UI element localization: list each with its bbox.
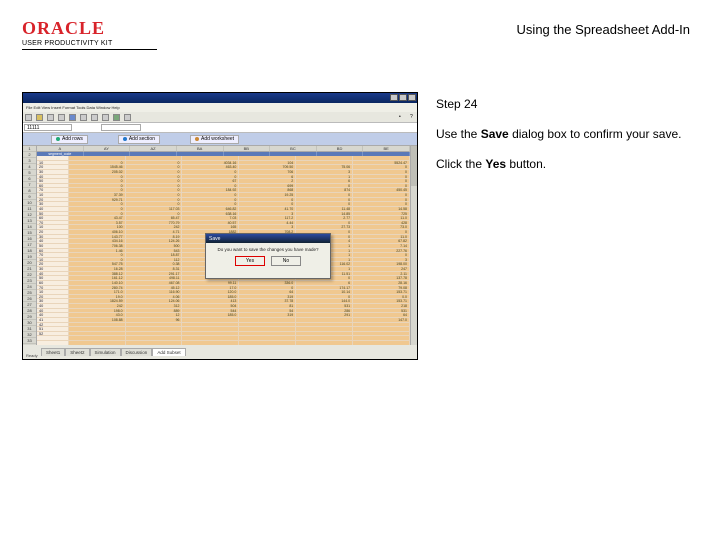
upk-subtitle: USER PRODUCTIVITY KIT (22, 40, 157, 47)
menu-bar[interactable]: File Edit View Insert Format Tools Data … (23, 103, 417, 112)
status-bar: Ready Sheet1Sheet2SimulationDiscussionAd… (23, 345, 417, 359)
help-icon[interactable]: ? (410, 114, 417, 121)
vertical-scrollbar[interactable] (410, 146, 417, 345)
paste-icon[interactable] (102, 114, 109, 121)
excel-screenshot: File Edit View Insert Format Tools Data … (22, 92, 418, 360)
add-worksheet-button[interactable]: Add worksheet (190, 135, 239, 144)
standard-toolbar: • ? (23, 112, 417, 123)
plus-icon (56, 137, 60, 141)
formula-bar: 11111 (23, 123, 417, 133)
yes-button[interactable]: Yes (235, 256, 265, 266)
sheet-tab[interactable]: Add Subset (152, 348, 185, 356)
formula-input[interactable] (101, 124, 141, 131)
dialog-message: Do you want to save the changes you have… (206, 243, 330, 254)
sheet-tabs[interactable]: Sheet1Sheet2SimulationDiscussionAdd Subs… (23, 348, 186, 356)
dialog-title: Save (206, 234, 330, 243)
add-rows-button[interactable]: Add rows (51, 135, 88, 144)
preview-icon[interactable] (69, 114, 76, 121)
add-section-button[interactable]: Add section (118, 135, 160, 144)
maximize-icon[interactable] (399, 94, 407, 101)
save-dialog: Save Do you want to save the changes you… (205, 233, 331, 279)
section-icon (123, 137, 127, 141)
sheet-icon (195, 137, 199, 141)
name-box[interactable]: 11111 (24, 124, 72, 131)
redo-icon[interactable] (124, 114, 131, 121)
instruction-line-1: Use the Save dialog box to confirm your … (436, 126, 690, 142)
oracle-wordmark: ORACLE (22, 18, 157, 39)
page-title: Using the Spreadsheet Add-In (517, 22, 690, 37)
oracle-logo: ORACLE USER PRODUCTIVITY KIT (22, 18, 157, 50)
copy-icon[interactable] (91, 114, 98, 121)
logo-rule (22, 49, 157, 50)
sheet-tab[interactable]: Sheet2 (65, 348, 89, 356)
new-icon[interactable] (25, 114, 32, 121)
sheet-tab[interactable]: Discussion (121, 348, 153, 356)
print-icon[interactable] (58, 114, 65, 121)
step-label: Step 24 (436, 96, 690, 112)
close-icon[interactable] (408, 94, 416, 101)
status-ready: Ready (26, 353, 38, 358)
instruction-line-2: Click the Yes button. (436, 156, 690, 172)
sheet-tab[interactable]: Simulation (90, 348, 121, 356)
save-icon[interactable] (47, 114, 54, 121)
toolbar-overflow-icon[interactable]: • (399, 114, 406, 121)
sheet-tab[interactable]: Sheet1 (41, 348, 65, 356)
cut-icon[interactable] (80, 114, 87, 121)
undo-icon[interactable] (113, 114, 120, 121)
open-icon[interactable] (36, 114, 43, 121)
instruction-panel: Step 24 Use the Save dialog box to confi… (436, 92, 690, 360)
window-titlebar (23, 93, 417, 103)
minimize-icon[interactable] (390, 94, 398, 101)
oracle-addin-bar: Add rows Add section Add worksheet (23, 133, 417, 146)
no-button[interactable]: No (271, 256, 301, 266)
